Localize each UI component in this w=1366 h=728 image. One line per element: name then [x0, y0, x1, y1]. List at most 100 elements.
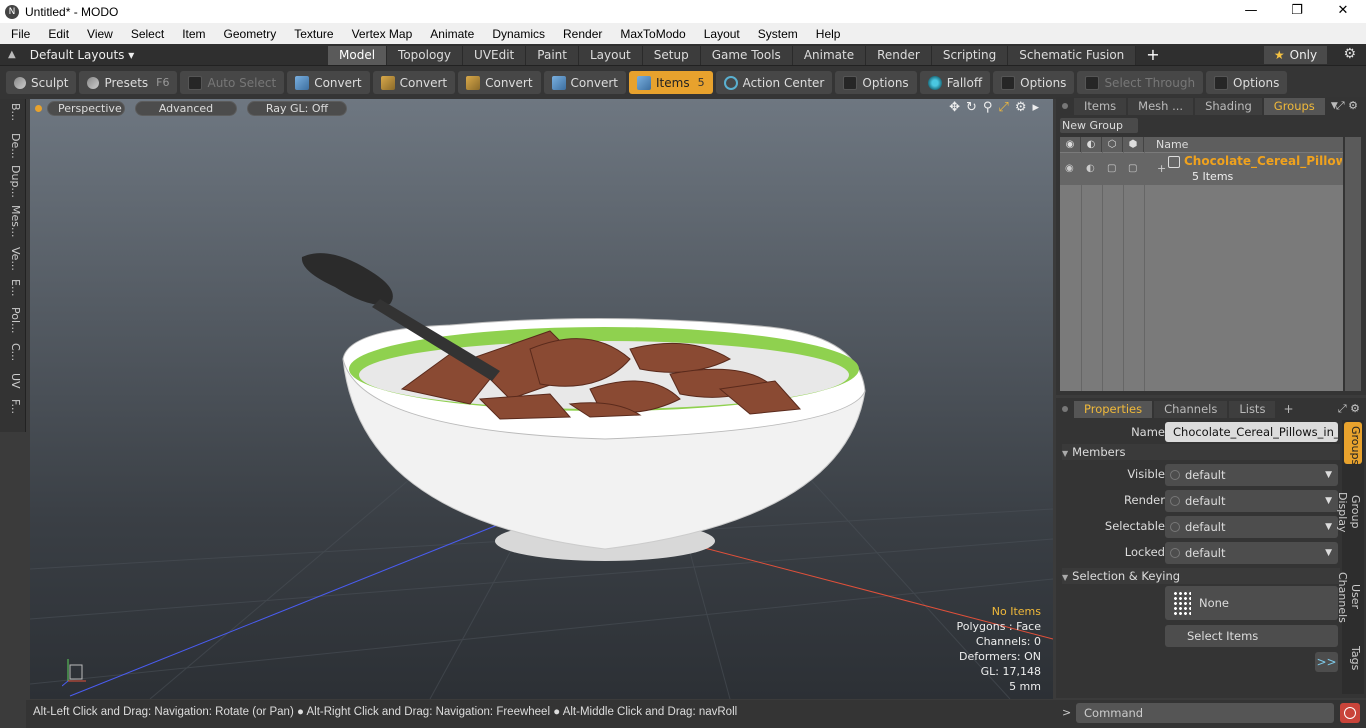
- falloff-button[interactable]: Falloff: [919, 71, 991, 94]
- add-tab-plus-icon[interactable]: +: [1283, 402, 1293, 416]
- strip-tab-edge[interactable]: E...: [4, 279, 22, 296]
- group-row[interactable]: ◉ ◐ ▢ ▢ + Chocolate_Cereal_Pillows ... 5…: [1060, 153, 1343, 185]
- menu-vertex-map[interactable]: Vertex Map: [341, 27, 420, 41]
- strip-tab-vertex[interactable]: Ve...: [4, 247, 22, 271]
- strip-tab-basic[interactable]: B...: [4, 103, 22, 121]
- tab-schematic-fusion[interactable]: Schematic Fusion: [1008, 45, 1137, 65]
- row-render-icon[interactable]: ◐: [1086, 163, 1095, 174]
- strip-tab-polygon[interactable]: Pol...: [4, 307, 22, 334]
- select-through-button[interactable]: Select Through: [1077, 71, 1204, 94]
- menu-render[interactable]: Render: [552, 27, 609, 41]
- side-tab-user-channels[interactable]: User Channels: [1336, 556, 1362, 638]
- tab-shading[interactable]: Shading: [1195, 97, 1262, 115]
- none-selection-button[interactable]: None: [1165, 586, 1338, 620]
- members-section-header[interactable]: ▼ Members: [1062, 444, 1340, 460]
- visibility-eye-icon[interactable]: ◉: [1060, 137, 1081, 152]
- menu-edit[interactable]: Edit: [37, 27, 76, 41]
- locked-dropdown[interactable]: default ▼: [1165, 542, 1338, 564]
- menu-maxtomodo[interactable]: MaxToModo: [609, 27, 692, 41]
- tab-items[interactable]: Items: [1074, 97, 1127, 115]
- visible-dropdown[interactable]: default ▼: [1165, 464, 1338, 486]
- 3d-viewport[interactable]: Perspective Advanced Ray GL: Off ✥ ↻ ⚲ ⤢…: [30, 99, 1053, 699]
- add-tab-plus-icon[interactable]: +: [1146, 45, 1159, 65]
- convert-button-2[interactable]: Convert: [372, 71, 456, 94]
- tab-channels[interactable]: Channels: [1154, 400, 1228, 418]
- expand-panel-icon[interactable]: ⤢ ⚙: [1338, 402, 1360, 416]
- menu-system[interactable]: System: [747, 27, 805, 41]
- menu-layout[interactable]: Layout: [693, 27, 747, 41]
- row-select-checkbox-icon[interactable]: ▢: [1128, 163, 1137, 174]
- tab-animate[interactable]: Animate: [792, 45, 867, 65]
- groups-list-scrollbar[interactable]: [1345, 137, 1361, 391]
- render-icon[interactable]: ◐: [1081, 137, 1102, 152]
- side-tab-tags[interactable]: Tags: [1344, 642, 1362, 672]
- new-group-button[interactable]: New Group: [1060, 118, 1138, 133]
- maximize-button[interactable]: ❐: [1274, 0, 1320, 23]
- tab-properties[interactable]: Properties: [1074, 400, 1153, 418]
- action-center-options-button[interactable]: Options: [835, 71, 917, 94]
- tab-setup[interactable]: Setup: [642, 45, 701, 65]
- pan-icon[interactable]: ✥: [949, 100, 960, 115]
- convert-button-4[interactable]: Convert: [543, 71, 626, 94]
- collapse-up-icon[interactable]: ▲: [8, 49, 16, 60]
- presets-button[interactable]: Presets F6: [79, 71, 178, 94]
- selection-keying-section-header[interactable]: ▼ Selection & Keying: [1062, 568, 1340, 584]
- tab-layout[interactable]: Layout: [578, 45, 643, 65]
- tab-render[interactable]: Render: [866, 45, 932, 65]
- menu-animate[interactable]: Animate: [419, 27, 481, 41]
- tab-game-tools[interactable]: Game Tools: [700, 45, 793, 65]
- convert-button-3[interactable]: Convert: [458, 71, 541, 94]
- viewport-menu-arrow-icon[interactable]: ▸: [1032, 100, 1039, 115]
- tab-scripting[interactable]: Scripting: [931, 45, 1009, 65]
- expand-row-plus-icon[interactable]: +: [1157, 162, 1166, 175]
- menu-help[interactable]: Help: [805, 27, 848, 41]
- tab-lists[interactable]: Lists: [1229, 400, 1276, 418]
- render-dropdown[interactable]: default ▼: [1165, 490, 1338, 512]
- tab-groups[interactable]: Groups: [1263, 97, 1325, 115]
- row-lock-checkbox-icon[interactable]: ▢: [1107, 163, 1116, 174]
- tab-model[interactable]: Model: [328, 45, 388, 65]
- stop-record-icon[interactable]: [1340, 703, 1360, 723]
- select-icon[interactable]: ⬢: [1123, 137, 1144, 152]
- action-center-button[interactable]: Action Center: [715, 71, 833, 94]
- side-tab-group-display[interactable]: Group Display: [1336, 472, 1362, 552]
- menu-geometry[interactable]: Geometry: [213, 27, 284, 41]
- selectable-dropdown[interactable]: default ▼: [1165, 516, 1338, 538]
- expand-panel-icon[interactable]: ⤢ ⚙: [1336, 99, 1358, 113]
- tab-paint[interactable]: Paint: [526, 45, 579, 65]
- more-button[interactable]: >>: [1315, 652, 1338, 672]
- tab-uvedit[interactable]: UVEdit: [463, 45, 527, 65]
- strip-tab-deform[interactable]: De...: [4, 133, 22, 159]
- strip-tab-duplicate[interactable]: Dup...: [4, 165, 22, 198]
- advanced-shading-dropdown[interactable]: Advanced: [135, 100, 237, 116]
- falloff-options-button[interactable]: Options: [993, 71, 1075, 94]
- select-options-button[interactable]: Options: [1206, 71, 1288, 94]
- minimize-button[interactable]: —: [1228, 0, 1274, 23]
- strip-tab-uv[interactable]: UV: [4, 373, 22, 389]
- zoom-icon[interactable]: ⚲: [983, 100, 993, 115]
- command-input[interactable]: Command: [1076, 703, 1334, 723]
- close-button[interactable]: ✕: [1320, 0, 1366, 23]
- row-visibility-eye-icon[interactable]: ◉: [1065, 163, 1074, 174]
- name-field[interactable]: Chocolate_Cereal_Pillows_in_Bowl: [1165, 422, 1338, 442]
- sculpt-button[interactable]: Sculpt: [6, 71, 77, 94]
- menu-item[interactable]: Item: [171, 27, 212, 41]
- auto-select-button[interactable]: Auto Select: [180, 71, 285, 94]
- convert-button-1[interactable]: Convert: [287, 71, 370, 94]
- select-items-button[interactable]: Select Items: [1165, 625, 1338, 647]
- strip-tab-curve[interactable]: C...: [4, 343, 22, 361]
- menu-file[interactable]: File: [0, 27, 37, 41]
- strip-tab-fusion[interactable]: F...: [4, 399, 22, 414]
- perspective-dropdown[interactable]: Perspective: [47, 100, 125, 116]
- rotate-icon[interactable]: ↻: [966, 100, 977, 115]
- gear-icon[interactable]: ⚙: [1343, 46, 1356, 62]
- fit-icon[interactable]: ⤢: [998, 100, 1008, 115]
- viewport-gear-icon[interactable]: ⚙: [1015, 100, 1027, 115]
- menu-select[interactable]: Select: [120, 27, 171, 41]
- menu-texture[interactable]: Texture: [283, 27, 340, 41]
- lock-icon[interactable]: ⬡: [1102, 137, 1123, 152]
- tab-topology[interactable]: Topology: [387, 45, 464, 65]
- menu-view[interactable]: View: [76, 27, 120, 41]
- layout-selector[interactable]: ▲ Default Layouts ▾: [0, 48, 328, 62]
- tab-mesh-ops[interactable]: Mesh ...: [1128, 97, 1194, 115]
